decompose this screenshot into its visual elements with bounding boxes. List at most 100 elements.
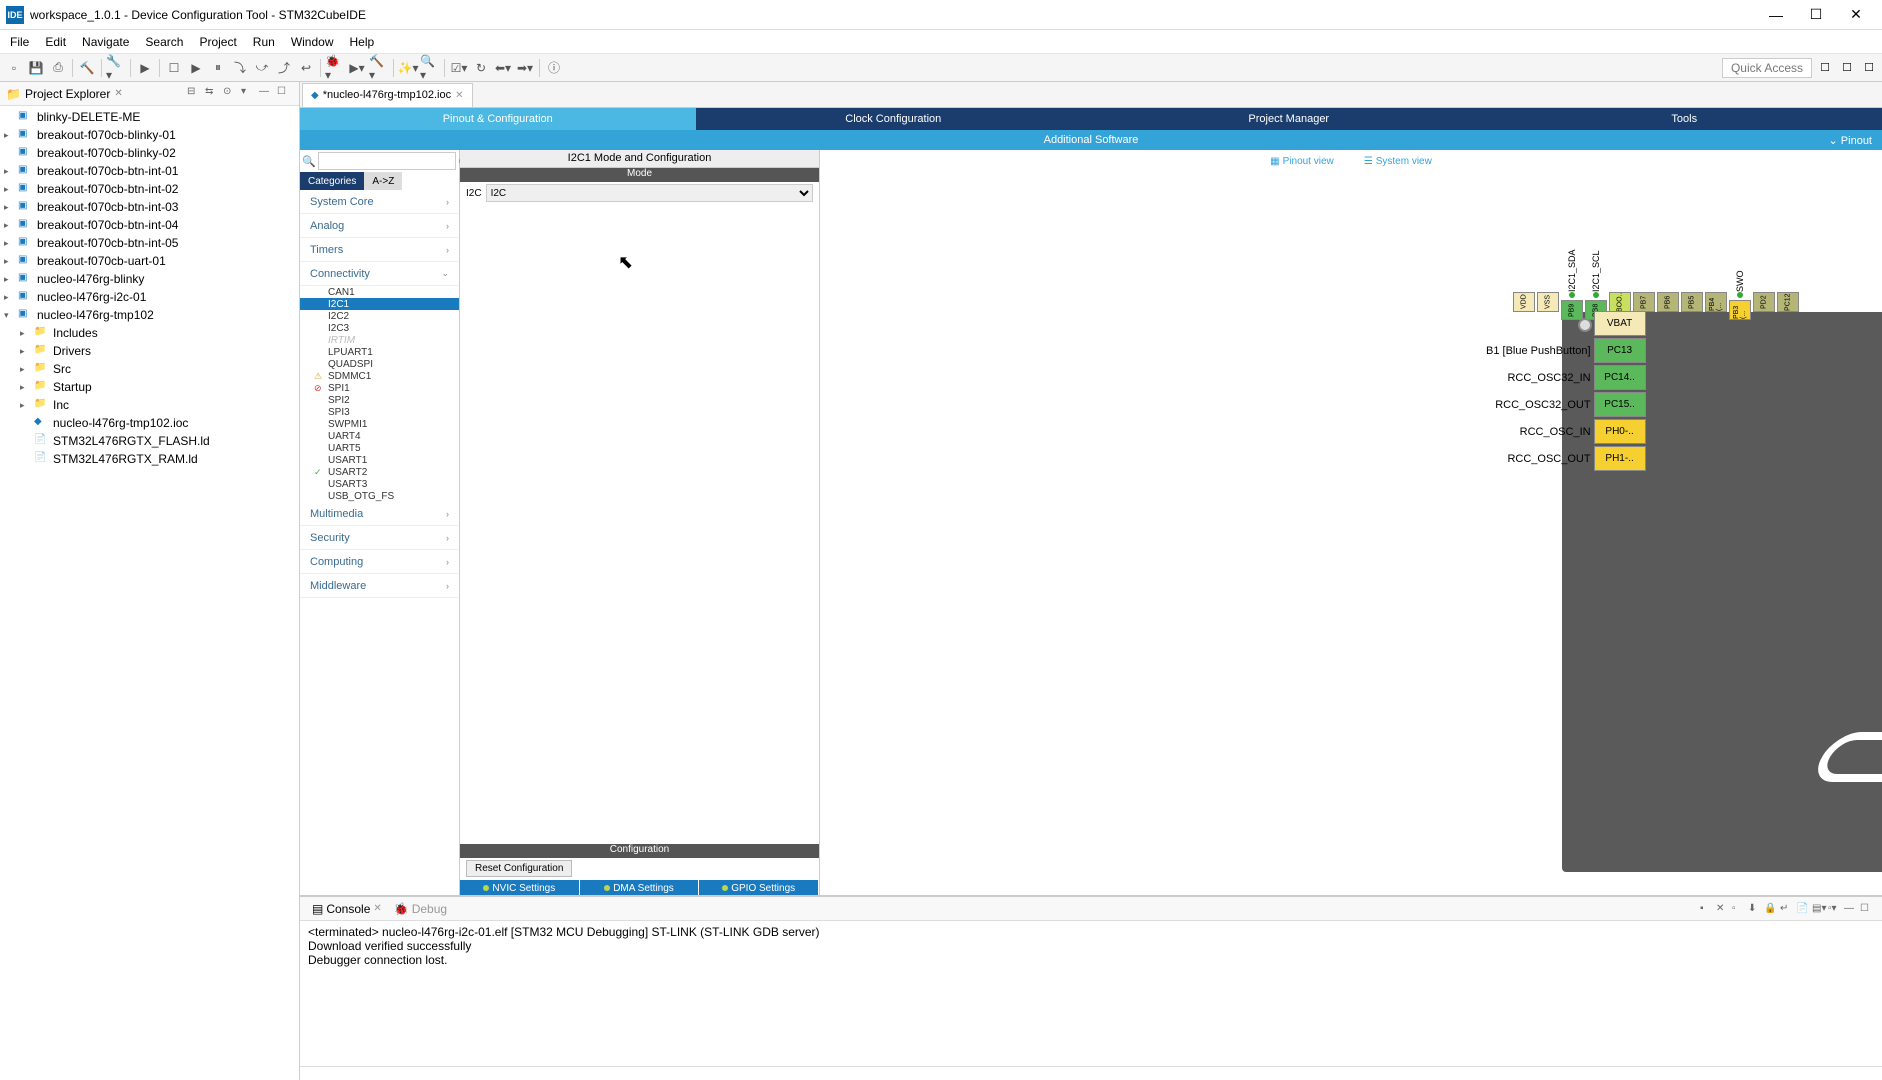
categories-search-input[interactable] bbox=[318, 152, 456, 170]
editor-tab-ioc[interactable]: ◆ *nucleo-l476rg-tmp102.ioc ✕ bbox=[302, 83, 473, 107]
menu-window[interactable]: Window bbox=[283, 32, 342, 52]
min-icon[interactable]: — bbox=[259, 86, 275, 102]
ioc-tab-project[interactable]: Project Manager bbox=[1091, 108, 1487, 130]
run-last-icon[interactable]: ▶ bbox=[186, 58, 206, 78]
pin-top[interactable]: SWOPB3 (... bbox=[1728, 248, 1752, 320]
category-item[interactable]: I2C3 bbox=[300, 322, 459, 334]
project-node[interactable]: ▸▣nucleo-l476rg-blinky bbox=[0, 270, 299, 288]
back-icon[interactable]: ⬅▾ bbox=[493, 58, 513, 78]
console-lock-icon[interactable]: 🔒 bbox=[1764, 903, 1780, 914]
category-item[interactable]: USB_OTG_FS bbox=[300, 490, 459, 502]
minimize-button[interactable]: — bbox=[1756, 1, 1796, 29]
tree-child[interactable]: ▸📁Drivers bbox=[0, 342, 299, 360]
project-node[interactable]: ▸▣breakout-f070cb-uart-01 bbox=[0, 252, 299, 270]
new-icon[interactable]: ▫ bbox=[4, 58, 24, 78]
perspective-debug-icon[interactable]: ☐ bbox=[1838, 59, 1856, 77]
pin-left[interactable]: RCC_OSC32_OUTPC15.. bbox=[1486, 391, 1646, 418]
console-pin-icon[interactable]: ▪ bbox=[1700, 903, 1716, 914]
tab-categories[interactable]: Categories bbox=[300, 172, 364, 190]
project-node[interactable]: ▸▣breakout-f070cb-btn-int-02 bbox=[0, 180, 299, 198]
category-header[interactable]: Multimedia› bbox=[300, 502, 459, 526]
project-node[interactable]: ▣breakout-f070cb-blinky-02 bbox=[0, 144, 299, 162]
project-node[interactable]: ▸▣breakout-f070cb-btn-int-03 bbox=[0, 198, 299, 216]
menu-help[interactable]: Help bbox=[342, 32, 383, 52]
project-node-expanded[interactable]: ▾▣nucleo-l476rg-tmp102 bbox=[0, 306, 299, 324]
category-item[interactable]: SPI2 bbox=[300, 394, 459, 406]
refresh-icon[interactable]: ↻ bbox=[471, 58, 491, 78]
tree-child[interactable]: ▸📁Inc bbox=[0, 396, 299, 414]
category-item[interactable]: IRTIM bbox=[300, 334, 459, 346]
category-item[interactable]: USART1 bbox=[300, 454, 459, 466]
pin-left[interactable]: RCC_OSC32_INPC14.. bbox=[1486, 364, 1646, 391]
debug-tab[interactable]: 🐞Debug bbox=[388, 902, 453, 916]
category-item[interactable]: I2C1 bbox=[300, 298, 459, 310]
i2c-mode-select[interactable]: I2C bbox=[486, 184, 813, 202]
category-header[interactable]: Computing› bbox=[300, 550, 459, 574]
step-return-icon[interactable]: ↩ bbox=[296, 58, 316, 78]
project-node[interactable]: ▸▣breakout-f070cb-btn-int-04 bbox=[0, 216, 299, 234]
reset-configuration-button[interactable]: Reset Configuration bbox=[466, 860, 572, 877]
view-menu-icon[interactable]: ▾ bbox=[241, 86, 257, 102]
pin-top[interactable]: PB5 bbox=[1680, 248, 1704, 320]
pin-left[interactable]: RCC_OSC_OUTPH1-.. bbox=[1486, 445, 1646, 472]
menu-navigate[interactable]: Navigate bbox=[74, 32, 137, 52]
pin-top[interactable]: PC12 bbox=[1776, 248, 1800, 320]
ioc-tab-pinout[interactable]: Pinout & Configuration bbox=[300, 108, 696, 130]
ioc-tab-tools[interactable]: Tools bbox=[1487, 108, 1882, 130]
category-item[interactable]: UART4 bbox=[300, 430, 459, 442]
perspective-mx-icon[interactable]: ☐ bbox=[1860, 59, 1878, 77]
forward-icon[interactable]: ➡▾ bbox=[515, 58, 535, 78]
category-item[interactable]: UART5 bbox=[300, 442, 459, 454]
menu-file[interactable]: File bbox=[2, 32, 37, 52]
maximize-button[interactable]: ☐ bbox=[1796, 1, 1836, 29]
save-icon[interactable]: 💾 bbox=[26, 58, 46, 78]
project-node[interactable]: ▸▣nucleo-l476rg-i2c-01 bbox=[0, 288, 299, 306]
link-editor-icon[interactable]: ⇆ bbox=[205, 86, 221, 102]
debug-dropdown-icon[interactable]: 🔧▾ bbox=[106, 58, 126, 78]
pin-top[interactable]: PD2 bbox=[1752, 248, 1776, 320]
tab-dma[interactable]: DMA Settings bbox=[580, 880, 700, 896]
tool-dropdown-icon[interactable]: 🔨▾ bbox=[369, 58, 389, 78]
step-icon[interactable]: ⤵ bbox=[230, 58, 250, 78]
run-icon[interactable]: ▶ bbox=[135, 58, 155, 78]
close-view-icon[interactable]: ✕ bbox=[114, 88, 122, 99]
stop-icon[interactable]: ⏸ bbox=[208, 58, 228, 78]
close-tab-icon[interactable]: ✕ bbox=[455, 90, 463, 101]
ioc-tab-clock[interactable]: Clock Configuration bbox=[696, 108, 1092, 130]
tree-child[interactable]: ▸📁Startup bbox=[0, 378, 299, 396]
step-over-icon[interactable]: ⤻ bbox=[252, 58, 272, 78]
collapse-all-icon[interactable]: ⊟ bbox=[187, 86, 203, 102]
save-all-icon[interactable]: ⎙ bbox=[48, 58, 68, 78]
terminal-icon[interactable]: ☐ bbox=[164, 58, 184, 78]
max-icon[interactable]: ☐ bbox=[277, 86, 293, 102]
pin-left[interactable]: B1 [Blue PushButton]PC13 bbox=[1486, 337, 1646, 364]
category-item[interactable]: SWPMI1 bbox=[300, 418, 459, 430]
bug-icon[interactable]: 🐞▾ bbox=[325, 58, 345, 78]
category-item[interactable]: LPUART1 bbox=[300, 346, 459, 358]
console-clear-icon[interactable]: ▫ bbox=[1732, 903, 1748, 914]
tree-child[interactable]: 📄STM32L476RGTX_RAM.ld bbox=[0, 450, 299, 468]
category-item[interactable]: I2C2 bbox=[300, 310, 459, 322]
additional-software-link[interactable]: Additional Software bbox=[1024, 134, 1159, 146]
run-menu-icon[interactable]: ▶▾ bbox=[347, 58, 367, 78]
menu-edit[interactable]: Edit bbox=[37, 32, 74, 52]
console-new-icon[interactable]: ▫▾ bbox=[1828, 903, 1844, 914]
pin-top[interactable]: PB4 (... bbox=[1704, 248, 1728, 320]
pinout-view-tab[interactable]: ▦Pinout view bbox=[1270, 156, 1334, 167]
focus-icon[interactable]: ⊙ bbox=[223, 86, 239, 102]
project-node[interactable]: ▣blinky-DELETE-ME bbox=[0, 108, 299, 126]
pin-left[interactable]: RCC_OSC_INPH0-.. bbox=[1486, 418, 1646, 445]
category-item[interactable]: CAN1 bbox=[300, 286, 459, 298]
console-tab[interactable]: ▤Console✕ bbox=[306, 902, 388, 916]
build-icon[interactable]: 🔨 bbox=[77, 58, 97, 78]
perspective-c-icon[interactable]: ☐ bbox=[1816, 59, 1834, 77]
info-icon[interactable]: ⓘ bbox=[544, 58, 564, 78]
category-header[interactable]: Analog› bbox=[300, 214, 459, 238]
console-display-icon[interactable]: ▤▾ bbox=[1812, 903, 1828, 914]
console-remove-icon[interactable]: ✕ bbox=[1716, 903, 1732, 914]
console-open-icon[interactable]: 📄 bbox=[1796, 903, 1812, 914]
category-item[interactable]: USART3 bbox=[300, 478, 459, 490]
search-toolbar-icon[interactable]: 🔍▾ bbox=[420, 58, 440, 78]
project-node[interactable]: ▸▣breakout-f070cb-blinky-01 bbox=[0, 126, 299, 144]
category-header[interactable]: System Core› bbox=[300, 190, 459, 214]
